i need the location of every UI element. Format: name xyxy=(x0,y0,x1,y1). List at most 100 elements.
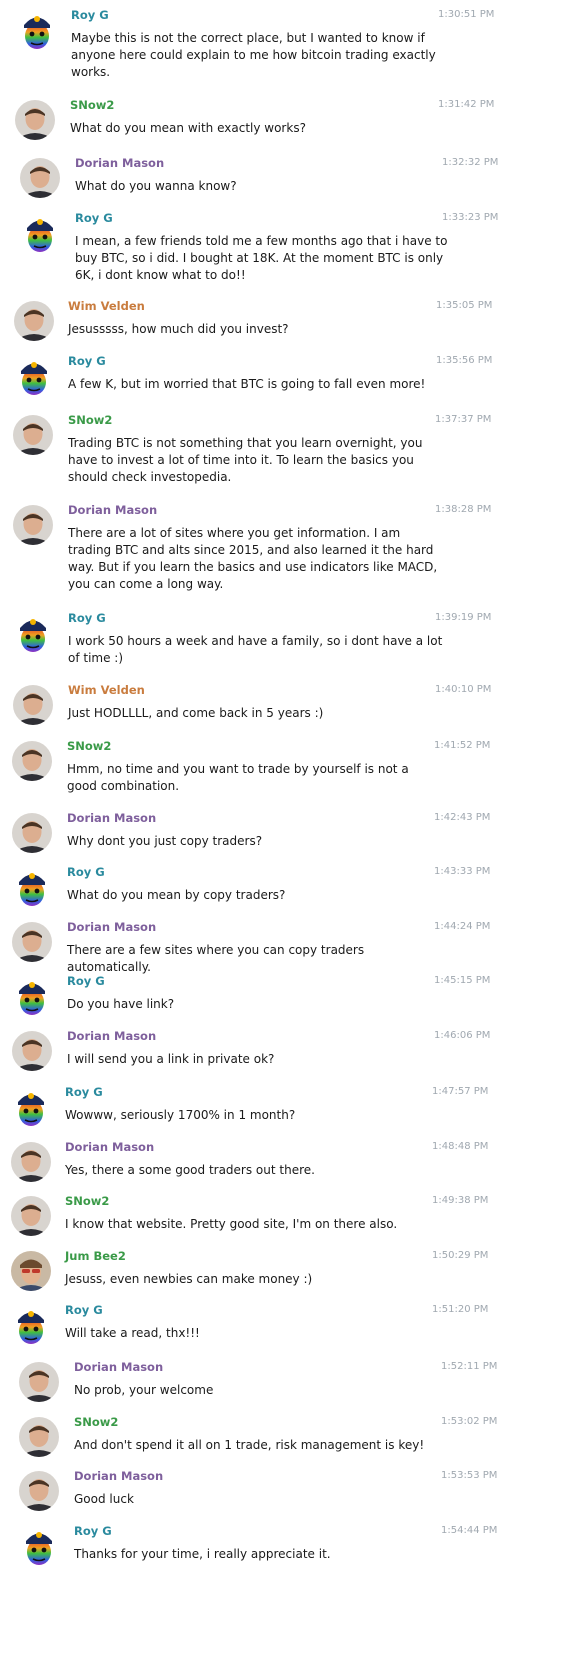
user-avatar[interactable] xyxy=(19,1526,59,1566)
user-avatar[interactable] xyxy=(20,158,60,198)
message-text: And don't spend it all on 1 trade, risk … xyxy=(74,1438,425,1452)
message-text: Jesusssss, how much did you invest? xyxy=(68,322,289,336)
sender-name[interactable]: Jum Bee2 xyxy=(65,1249,126,1263)
sender-name[interactable]: Roy G xyxy=(67,865,105,879)
message-timestamp: 1:33:23 PM xyxy=(442,212,499,223)
message-timestamp: 1:41:52 PM xyxy=(434,740,491,751)
message-text: There are a lot of sites where you get i… xyxy=(68,526,438,591)
sender-name[interactable]: SNow2 xyxy=(74,1415,118,1429)
message-text: I know that website. Pretty good site, I… xyxy=(65,1217,398,1231)
message-timestamp: 1:35:56 PM xyxy=(436,355,493,366)
message-text: I work 50 hours a week and have a family… xyxy=(68,634,443,665)
user-avatar[interactable] xyxy=(12,976,52,1016)
message-timestamp: 1:51:20 PM xyxy=(432,1304,489,1315)
user-avatar[interactable] xyxy=(19,1362,59,1402)
sender-name[interactable]: Roy G xyxy=(75,211,113,225)
user-avatar[interactable] xyxy=(12,867,52,907)
user-avatar[interactable] xyxy=(12,741,52,781)
sender-name[interactable]: Roy G xyxy=(68,611,106,625)
user-avatar[interactable] xyxy=(19,1417,59,1457)
message-timestamp: 1:31:42 PM xyxy=(438,99,495,110)
user-avatar[interactable] xyxy=(11,1142,51,1182)
sender-name[interactable]: Dorian Mason xyxy=(75,156,164,170)
sender-name[interactable]: Dorian Mason xyxy=(74,1469,163,1483)
message-timestamp: 1:53:02 PM xyxy=(441,1416,498,1427)
message-timestamp: 1:48:48 PM xyxy=(432,1141,489,1152)
message-timestamp: 1:50:29 PM xyxy=(432,1250,489,1261)
message-timestamp: 1:47:57 PM xyxy=(432,1086,489,1097)
message-timestamp: 1:32:32 PM xyxy=(442,157,499,168)
sender-name[interactable]: Dorian Mason xyxy=(67,811,156,825)
sender-name[interactable]: Roy G xyxy=(68,354,106,368)
message-text: What do you mean by copy traders? xyxy=(67,888,286,902)
user-avatar[interactable] xyxy=(14,356,54,396)
user-avatar[interactable] xyxy=(11,1196,51,1236)
user-avatar[interactable] xyxy=(12,1031,52,1071)
user-avatar[interactable] xyxy=(20,213,60,253)
user-avatar[interactable] xyxy=(11,1305,51,1345)
sender-name[interactable]: Dorian Mason xyxy=(74,1360,163,1374)
message-text: No prob, your welcome xyxy=(74,1383,214,1397)
message-text: Why dont you just copy traders? xyxy=(67,834,263,848)
user-avatar[interactable] xyxy=(13,415,53,455)
sender-name[interactable]: Dorian Mason xyxy=(67,1029,156,1043)
message-timestamp: 1:43:33 PM xyxy=(434,866,491,877)
message-text: Thanks for your time, i really appreciat… xyxy=(74,1547,331,1561)
sender-name[interactable]: Roy G xyxy=(71,8,109,22)
sender-name[interactable]: Dorian Mason xyxy=(68,503,157,517)
message-timestamp: 1:42:43 PM xyxy=(434,812,491,823)
message-timestamp: 1:49:38 PM xyxy=(432,1195,489,1206)
message-timestamp: 1:54:44 PM xyxy=(441,1525,498,1536)
sender-name[interactable]: Roy G xyxy=(65,1085,103,1099)
message-text: Jesuss, even newbies can make money :) xyxy=(65,1272,313,1286)
sender-name[interactable]: SNow2 xyxy=(65,1194,109,1208)
user-avatar[interactable] xyxy=(13,505,53,545)
user-avatar[interactable] xyxy=(17,10,57,50)
user-avatar[interactable] xyxy=(12,922,52,962)
message-text: Will take a read, thx!!! xyxy=(65,1326,200,1340)
message-timestamp: 1:52:11 PM xyxy=(441,1361,498,1372)
message-text: Hmm, no time and you want to trade by yo… xyxy=(67,762,409,793)
message-text: Wowww, seriously 1700% in 1 month? xyxy=(65,1108,296,1122)
message-timestamp: 1:46:06 PM xyxy=(434,1030,491,1041)
message-timestamp: 1:30:51 PM xyxy=(438,9,495,20)
sender-name[interactable]: Roy G xyxy=(74,1524,112,1538)
message-timestamp: 1:44:24 PM xyxy=(434,921,491,932)
message-timestamp: 1:40:10 PM xyxy=(435,684,492,695)
message-timestamp: 1:38:28 PM xyxy=(435,504,492,515)
sender-name[interactable]: Dorian Mason xyxy=(65,1140,154,1154)
sender-name[interactable]: Dorian Mason xyxy=(67,920,156,934)
user-avatar[interactable] xyxy=(14,301,54,341)
user-avatar[interactable] xyxy=(12,813,52,853)
sender-name[interactable]: SNow2 xyxy=(67,739,111,753)
sender-name[interactable]: SNow2 xyxy=(68,413,112,427)
sender-name[interactable]: Wim Velden xyxy=(68,299,145,313)
message-timestamp: 1:39:19 PM xyxy=(435,612,492,623)
message-text: I will send you a link in private ok? xyxy=(67,1052,275,1066)
user-avatar[interactable] xyxy=(15,100,55,140)
message-text: Good luck xyxy=(74,1492,134,1506)
message-text: What do you mean with exactly works? xyxy=(70,121,306,135)
message-text: What do you wanna know? xyxy=(75,179,237,193)
message-timestamp: 1:53:53 PM xyxy=(441,1470,498,1481)
chat-message-list: Roy G 1:30:51 PM Maybe this is not the cor… xyxy=(0,0,561,1670)
message-text: I mean, a few friends told me a few mont… xyxy=(75,234,448,282)
message-text: Just HODLLLL, and come back in 5 years :… xyxy=(68,706,324,720)
user-avatar[interactable] xyxy=(13,613,53,653)
message-text: Maybe this is not the correct place, but… xyxy=(71,31,436,79)
user-avatar[interactable] xyxy=(19,1471,59,1511)
message-text: Trading BTC is not something that you le… xyxy=(68,436,423,484)
sender-name[interactable]: Wim Velden xyxy=(68,683,145,697)
user-avatar[interactable] xyxy=(11,1087,51,1127)
sender-name[interactable]: Roy G xyxy=(67,974,105,988)
message-text: A few K, but im worried that BTC is goin… xyxy=(68,377,426,391)
user-avatar[interactable] xyxy=(13,685,53,725)
user-avatar[interactable] xyxy=(11,1251,51,1291)
message-timestamp: 1:35:05 PM xyxy=(436,300,493,311)
message-timestamp: 1:45:15 PM xyxy=(434,975,491,986)
sender-name[interactable]: SNow2 xyxy=(70,98,114,112)
sender-name[interactable]: Roy G xyxy=(65,1303,103,1317)
message-text: Yes, there a some good traders out there… xyxy=(65,1163,315,1177)
message-text: There are a few sites where you can copy… xyxy=(67,943,365,974)
message-timestamp: 1:37:37 PM xyxy=(435,414,492,425)
